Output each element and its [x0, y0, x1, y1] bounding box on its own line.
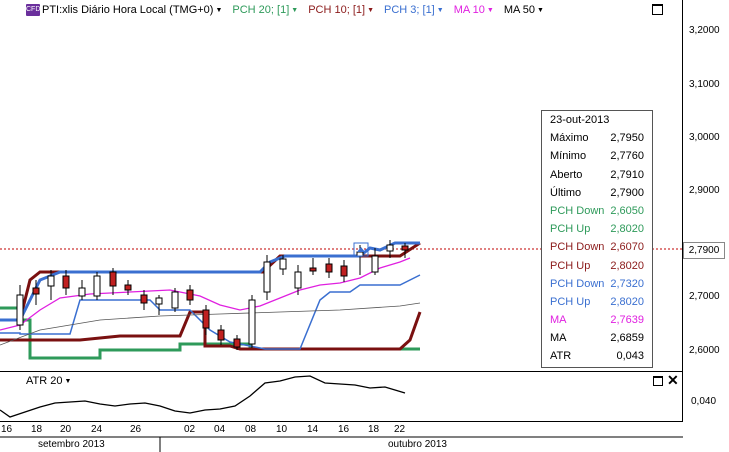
candle	[47, 275, 55, 287]
tooltip-row: PCH Up 2,8020	[550, 259, 644, 272]
price-axis[interactable]: 3,2000 3,1000 3,0000 2,9000 2,7000 2,600…	[683, 0, 729, 372]
selection-arrow-icon	[357, 247, 365, 252]
candle	[171, 291, 179, 309]
day-tick: 16	[1, 424, 13, 435]
price-tick: 2,7000	[689, 291, 720, 302]
indicator-pch3[interactable]: PCH 3; [1] ▼	[384, 4, 444, 16]
day-tick: 10	[276, 424, 288, 435]
maximize-pane-button[interactable]	[652, 4, 663, 15]
candle	[93, 275, 101, 297]
tooltip-row: Último 2,7900	[550, 186, 644, 199]
day-tick: 16	[338, 424, 350, 435]
month-label: setembro 2013	[38, 439, 105, 450]
chevron-down-icon[interactable]: ▼	[291, 7, 298, 14]
indicator-ma10[interactable]: MA 10 ▼	[454, 4, 494, 16]
day-tick: 26	[130, 424, 142, 435]
tooltip-row: Aberto 2,7910	[550, 168, 644, 181]
candle	[217, 329, 225, 341]
close-icon[interactable]: ✕	[667, 372, 679, 389]
day-tick: 04	[214, 424, 226, 435]
candle	[186, 289, 194, 301]
tooltip-row: PCH Up 2,8020	[550, 295, 644, 308]
candle	[32, 287, 40, 295]
candle	[248, 299, 256, 345]
chart-header: PTI:xlis Diário Hora Local (TMG+0) ▼ PCH …	[26, 3, 544, 17]
candle	[109, 271, 117, 287]
price-tick: 2,9000	[689, 185, 720, 196]
day-tick: 18	[31, 424, 43, 435]
tooltip-row: MA 2,6859	[550, 332, 644, 345]
day-tick: 14	[307, 424, 319, 435]
day-tick: 08	[245, 424, 257, 435]
price-tick: 3,1000	[689, 79, 720, 90]
candle	[155, 297, 163, 305]
day-tick: 20	[60, 424, 72, 435]
candle	[371, 255, 379, 273]
indicator-ma50[interactable]: MA 50 ▼	[504, 4, 544, 16]
candle	[78, 287, 86, 297]
chevron-down-icon[interactable]: ▼	[537, 7, 544, 14]
price-tick: 3,0000	[689, 132, 720, 143]
candle	[340, 265, 348, 277]
tooltip-row: PCH Down 2,6050	[550, 204, 644, 217]
day-tick: 18	[368, 424, 380, 435]
maximize-atr-pane-button[interactable]	[653, 376, 663, 386]
data-tooltip: 23-out-2013 Máximo 2,7950 Mínimo 2,7760 Ab…	[541, 110, 653, 368]
candle	[263, 261, 271, 293]
tooltip-row: PCH Down 2,6070	[550, 241, 644, 254]
chevron-down-icon[interactable]: ▼	[487, 7, 494, 14]
tooltip-row: Máximo 2,7950	[550, 132, 644, 145]
instrument-title[interactable]: PTI:xlis Diário Hora Local (TMG+0) ▼	[42, 4, 222, 16]
candle	[140, 294, 148, 304]
atr-axis-tick: 0,040	[691, 396, 717, 407]
candle	[124, 284, 132, 291]
candle	[233, 338, 241, 348]
candle	[386, 244, 394, 252]
last-price-tag: 2,7900	[683, 242, 725, 259]
price-tick: 3,2000	[689, 25, 720, 36]
candle	[16, 294, 24, 326]
chevron-down-icon[interactable]: ▼	[367, 7, 374, 14]
candle	[279, 258, 287, 270]
tooltip-row: PCH Up 2,8020	[550, 223, 644, 236]
atr-indicator-label[interactable]: ATR 20 ▼	[26, 375, 71, 387]
month-label: outubro 2013	[388, 439, 447, 450]
chevron-down-icon[interactable]: ▼	[64, 378, 71, 385]
candle	[356, 251, 364, 257]
chevron-down-icon[interactable]: ▼	[437, 7, 444, 14]
tooltip-row: ATR 0,043	[550, 350, 644, 363]
tooltip-date: 23-out-2013	[550, 114, 610, 126]
atr-pane[interactable]	[0, 372, 683, 422]
price-tick: 2,6000	[689, 345, 720, 356]
candle	[202, 309, 210, 329]
tooltip-row: PCH Down 2,7320	[550, 277, 644, 290]
time-axis[interactable]: 16 18 20 24 26 02 04 08 10 14 16 18 22 s…	[0, 422, 683, 452]
day-tick: 02	[184, 424, 196, 435]
candle	[62, 275, 70, 289]
indicator-pch10[interactable]: PCH 10; [1] ▼	[308, 4, 374, 16]
day-tick: 24	[91, 424, 103, 435]
chevron-down-icon[interactable]: ▼	[215, 7, 222, 14]
indicator-pch20[interactable]: PCH 20; [1] ▼	[232, 4, 298, 16]
candle	[401, 245, 409, 251]
candle	[309, 267, 317, 272]
day-tick: 22	[394, 424, 406, 435]
candle	[325, 263, 333, 273]
tooltip-row: Mínimo 2,7760	[550, 150, 644, 163]
candle	[294, 271, 302, 289]
tooltip-row: MA 2,7639	[550, 314, 644, 327]
